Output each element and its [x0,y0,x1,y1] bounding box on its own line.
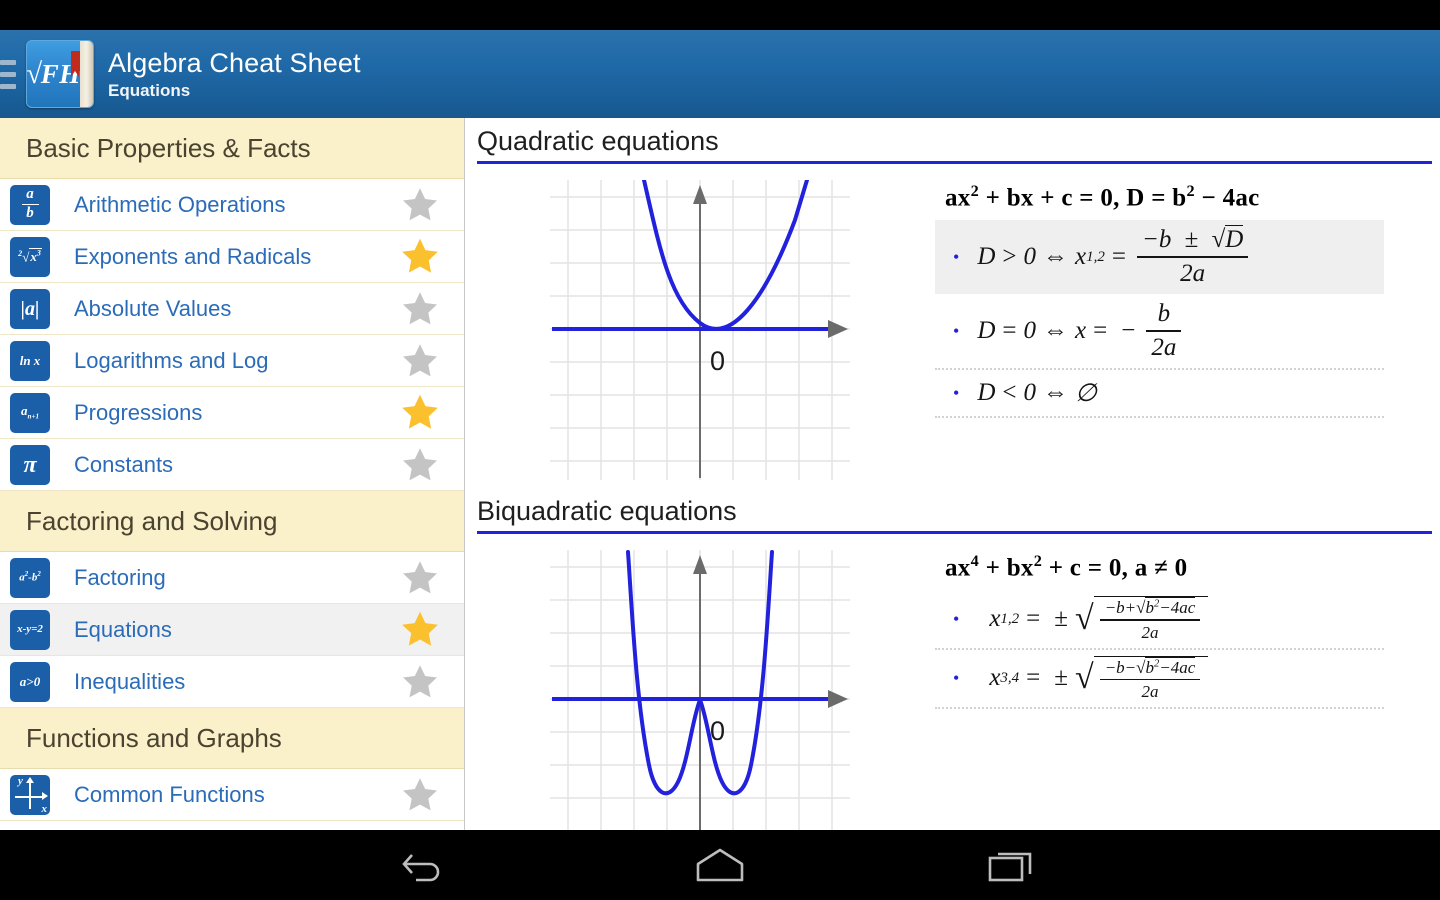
linear-equation-icon: x-y=2 [10,609,50,650]
content-area: Basic Properties & Facts ab Arithmetic O… [0,118,1440,830]
favorite-star-icon[interactable] [398,661,442,703]
sidebar-navigation[interactable]: Basic Properties & Facts ab Arithmetic O… [0,118,465,830]
home-icon[interactable] [690,844,750,886]
formula-row-d-negative: • D <0 ⇔ ∅ [935,370,1384,418]
section-quadratic-equations: Quadratic equations 0 ax2 + bx + c = 0, … [465,118,1440,480]
quartic-w-shape-graph: 0 [550,550,850,830]
section-title: Quadratic equations [477,126,719,156]
sidebar-item-constants[interactable]: π Constants [0,439,464,491]
axes-graph-icon: yx [10,774,50,815]
formula-d-negative: D <0 ⇔ ∅ [977,378,1097,407]
sidebar-item-label: Progressions [74,399,203,425]
fraction-a-over-b-icon: ab [10,184,50,225]
favorite-star-icon[interactable] [398,557,442,599]
sidebar-item-exponents-and-radicals[interactable]: 2√x3 Exponents and Radicals [0,231,464,283]
logo-book-spine [80,41,93,107]
sidebar-item-label: Common Functions [74,781,265,807]
sequence-icon: an+1 [10,392,50,433]
sidebar-group-header: Factoring and Solving [0,491,464,552]
logo-bookmark-ribbon [71,51,80,77]
sidebar-item-common-functions[interactable]: yx Common Functions [0,769,464,821]
biquadratic-graph-column: 0 [465,534,935,830]
favorite-star-icon[interactable] [398,236,442,278]
natural-log-icon: ln x [10,340,50,381]
app-subtitle: Equations [108,80,191,100]
sidebar-item-label: Factoring [74,564,166,590]
favorite-star-icon[interactable] [398,392,442,434]
formula-x-3-4: x 3,4 = ± √ −b−√b2−4ac 2a [989,655,1209,701]
sidebar-item-inequalities[interactable]: a>0 Inequalities [0,656,464,708]
bullet-icon: • [953,247,960,268]
recents-icon[interactable] [986,845,1040,885]
origin-label: 0 [710,716,725,746]
bullet-icon: • [953,382,960,403]
app-title: Algebra Cheat Sheet [108,47,361,78]
absolute-value-icon: |a| [10,288,50,329]
favorite-star-icon[interactable] [398,774,442,816]
bullet-icon: • [953,609,960,629]
app-screen: √ FH Algebra Cheat Sheet Equations Basic … [0,0,1440,900]
favorite-star-icon[interactable] [398,184,442,226]
biquadratic-general-form: ax4 + bx2 + c = 0, a ≠ 0 [945,552,1188,582]
formula-d-zero: D = 0 ⇔ x = − b 2a [977,300,1185,362]
main-content: Quadratic equations 0 ax2 + bx + c = 0, … [465,118,1440,830]
sidebar-item-factoring[interactable]: a2-b2 Factoring [0,552,464,604]
sidebar-item-absolute-values[interactable]: |a| Absolute Values [0,283,464,335]
quadratic-parabola-graph: 0 [550,180,850,480]
section-biquadratic-equations: Biquadratic equations 0 ax4 + bx2 + c = … [465,488,1440,830]
android-navigation-bar [0,830,1440,900]
formula-row-x-1-2: • x 1,2 = ± √ −b+√b2−4ac 2a [935,590,1384,650]
formula-d-positive: D >0 ⇔ x 1,2 = −b ± √D 2a [977,225,1252,288]
sidebar-item-equations[interactable]: x-y=2 Equations [0,604,464,656]
inequality-icon: a>0 [10,661,50,702]
sidebar-item-label: Arithmetic Operations [74,191,286,217]
sidebar-item-label: Constants [74,451,174,477]
quadratic-formula-column: ax2 + bx + c = 0, D = b2 − 4ac • D >0 ⇔ x 1,… [935,164,1440,418]
formula-x-1-2: x 1,2 = ± √ −b+√b2−4ac 2a [989,596,1209,642]
favorite-star-icon[interactable] [398,288,442,330]
sidebar-item-logarithms-and-log[interactable]: ln x Logarithms and Log [0,335,464,387]
bullet-icon: • [953,320,960,341]
radical-x-cubed-icon: 2√x3 [10,236,50,277]
sidebar-group-header: Basic Properties & Facts [0,118,464,179]
pi-icon: π [10,444,50,485]
sidebar-item-arithmetic-operations[interactable]: ab Arithmetic Operations [0,179,464,231]
origin-label: 0 [710,346,725,376]
sidebar-item-label: Absolute Values [74,295,232,321]
favorite-star-icon[interactable] [398,444,442,486]
section-title: Biquadratic equations [477,496,737,526]
quadratic-graph-column: 0 [465,164,935,480]
bullet-icon: • [953,668,960,689]
quadratic-general-form: ax2 + bx + c = 0, D = b2 − 4ac [945,182,1260,212]
favorite-star-icon[interactable] [398,609,442,651]
biquadratic-formula-column: ax4 + bx2 + c = 0, a ≠ 0 • x 1,2 = ± √ −… [935,534,1440,710]
title-block: Algebra Cheat Sheet Equations [108,48,361,101]
sidebar-item-label: Logarithms and Log [74,347,269,373]
formula-row-x-3-4: • x 3,4 = ± √ −b−√b2−4ac 2a [935,650,1384,710]
back-icon[interactable] [400,845,454,885]
sidebar-group-header: Functions and Graphs [0,708,464,769]
sidebar-item-label: Exponents and Radicals [74,243,312,269]
favorite-star-icon[interactable] [398,340,442,382]
sidebar-item-label: Equations [74,616,172,642]
sidebar-item-progressions[interactable]: an+1 Progressions [0,387,464,439]
app-logo-icon[interactable]: √ FH [26,40,94,108]
difference-of-squares-icon: a2-b2 [10,557,50,598]
formula-row-d-positive: • D >0 ⇔ x 1,2 = −b ± √D 2a [935,220,1384,294]
app-bar: √ FH Algebra Cheat Sheet Equations [0,30,1440,120]
sidebar-item-label: Inequalities [74,668,186,694]
hamburger-menu-icon[interactable] [0,59,22,89]
formula-row-d-zero: • D = 0 ⇔ x = − b 2a [935,294,1384,370]
status-bar [0,0,1440,30]
